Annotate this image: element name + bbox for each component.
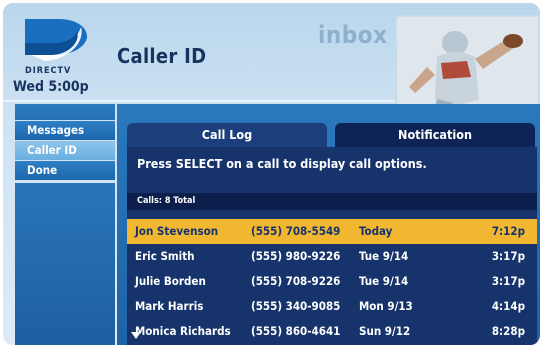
menu-item-done[interactable]: Done [15,161,115,180]
call-time: 3:17p [491,274,525,288]
call-time: 4:14p [491,299,525,313]
menu-header-strip [15,104,115,120]
calls-count: Calls: 8 Total [137,196,196,206]
triangle-down-icon[interactable] [131,332,141,339]
section-label: inbox [318,21,388,49]
caller-phone: (555) 708-9226 [251,274,341,288]
call-list: Jon Stevenson (555) 708-5549 Today 7:12p… [127,219,537,344]
call-row[interactable]: Jon Stevenson (555) 708-5549 Today 7:12p [127,219,537,244]
caller-name: Julie Borden [135,274,206,288]
page-title: Caller ID [117,44,207,68]
call-date: Mon 9/13 [359,299,413,313]
caller-name: Jon Stevenson [135,224,219,238]
call-date: Tue 9/14 [359,274,409,288]
call-date: Today [359,224,393,238]
call-time: 7:12p [491,224,525,238]
instructions-text: Press SELECT on a call to display call o… [137,156,427,171]
caller-name: Monica Richards [135,324,231,338]
caller-phone: (555) 980-9226 [251,249,341,263]
tab-notification[interactable]: Notification [335,123,535,147]
call-row[interactable]: Eric Smith (555) 980-9226 Tue 9/14 3:17p [127,244,537,269]
tv-screen: DIRECTV Caller ID inbox Wed 5:00p 264 Me… [3,3,540,345]
menu-item-messages[interactable]: Messages [15,121,115,140]
main-panel: Call Log Notification Press SELECT on a … [117,104,540,345]
call-log-content: Press SELECT on a call to display call o… [127,147,537,345]
call-time: 3:17p [491,249,525,263]
call-date: Tue 9/14 [359,249,409,263]
caller-phone: (555) 708-5549 [251,224,341,238]
menu-background [15,183,115,345]
calls-summary-bar: Calls: 8 Total [127,193,537,210]
side-menu: Messages Caller ID Done [15,121,115,181]
header-divider [3,100,395,102]
logo-text: DIRECTV [25,66,72,76]
call-row[interactable]: Mark Harris (555) 340-9085 Mon 9/13 4:14… [127,294,537,319]
tab-call-log[interactable]: Call Log [127,123,327,147]
call-row[interactable]: Monica Richards (555) 860-4641 Sun 9/12 … [127,319,537,344]
caller-phone: (555) 340-9085 [251,299,341,313]
call-date: Sun 9/12 [359,324,411,338]
call-row[interactable]: Julie Borden (555) 708-9226 Tue 9/14 3:1… [127,269,537,294]
caller-name: Eric Smith [135,249,195,263]
caller-phone: (555) 860-4641 [251,324,341,338]
directv-logo: DIRECTV [15,15,107,76]
call-time: 8:28p [491,324,525,338]
caller-name: Mark Harris [135,299,204,313]
datetime-label: Wed 5:00p [13,79,89,95]
menu-item-caller-id[interactable]: Caller ID [15,141,115,160]
